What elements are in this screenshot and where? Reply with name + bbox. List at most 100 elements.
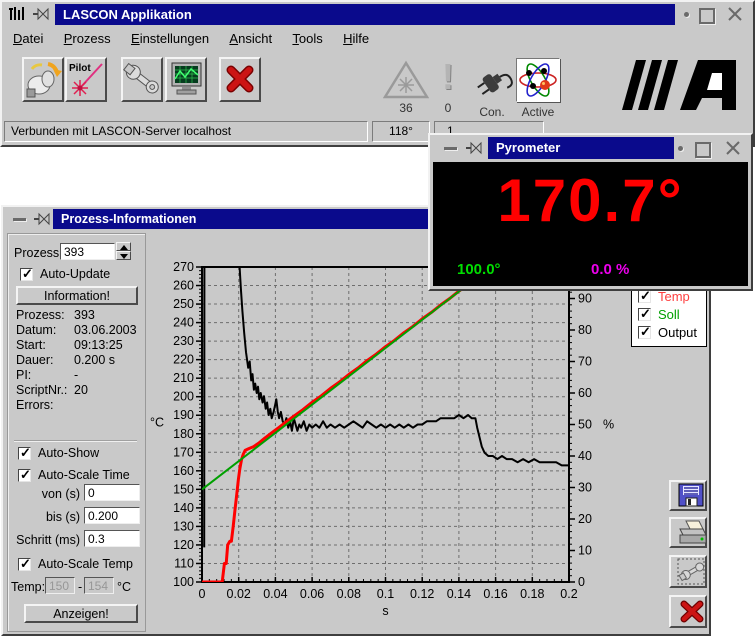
svg-text:110: 110 bbox=[174, 556, 194, 570]
spin-down-button[interactable] bbox=[116, 251, 131, 260]
monitor-button[interactable] bbox=[165, 57, 207, 102]
svg-text:200: 200 bbox=[173, 390, 194, 404]
info-row-value: 09:13:25 bbox=[74, 338, 123, 352]
svg-text:190: 190 bbox=[173, 408, 194, 422]
svg-text:130: 130 bbox=[173, 519, 194, 533]
auto-update-checkbox[interactable] bbox=[20, 268, 33, 281]
auto-show-checkbox[interactable] bbox=[18, 447, 31, 460]
laser-warning-icon bbox=[383, 60, 429, 103]
svg-text:0.16: 0.16 bbox=[483, 587, 507, 601]
save-chart-button[interactable] bbox=[669, 480, 707, 511]
svg-text:240: 240 bbox=[173, 316, 194, 330]
prozess-spin-label: Prozess: bbox=[14, 246, 63, 260]
svg-text:0.06: 0.06 bbox=[300, 587, 324, 601]
pin-icon[interactable] bbox=[465, 141, 483, 158]
maximize-button[interactable] bbox=[699, 8, 715, 24]
prozess-number-input[interactable] bbox=[60, 243, 115, 260]
minimize-button[interactable] bbox=[684, 12, 689, 17]
info-row-label: Dauer: bbox=[16, 353, 54, 367]
printer-icon bbox=[677, 534, 707, 549]
legend-temp-checkbox[interactable] bbox=[638, 290, 651, 303]
legend-label-temp: Temp bbox=[658, 289, 690, 304]
pin-icon[interactable] bbox=[32, 7, 50, 24]
svg-text:s: s bbox=[382, 604, 388, 618]
svg-text:0.14: 0.14 bbox=[447, 587, 471, 601]
svg-text:0.1: 0.1 bbox=[377, 587, 394, 601]
svg-text:0: 0 bbox=[578, 575, 585, 589]
close-icon[interactable] bbox=[725, 140, 741, 159]
pyrometer-main-value: 170.7° bbox=[433, 166, 748, 235]
svg-text:270: 270 bbox=[173, 260, 194, 274]
svg-text:210: 210 bbox=[173, 371, 194, 385]
schritt-input[interactable] bbox=[84, 530, 140, 547]
svg-text:0.08: 0.08 bbox=[337, 587, 361, 601]
prozess-spinner[interactable] bbox=[116, 242, 131, 261]
info-row-value: - bbox=[74, 368, 78, 382]
process-chart: 1001101201301401501601701801902002102202… bbox=[148, 232, 712, 636]
spin-up-button[interactable] bbox=[116, 242, 131, 251]
settings-tool-button[interactable] bbox=[121, 57, 163, 102]
info-row-label: Start: bbox=[16, 338, 46, 352]
atom-icon[interactable] bbox=[516, 58, 560, 102]
main-titlebar[interactable]: LASCON Applikation bbox=[4, 4, 751, 25]
abort-button[interactable] bbox=[219, 57, 261, 102]
print-chart-button[interactable] bbox=[669, 517, 707, 548]
pilot-laser-button[interactable]: Pilot bbox=[65, 57, 107, 102]
shade-button[interactable] bbox=[13, 218, 26, 221]
auto-scale-time-checkbox[interactable] bbox=[18, 469, 31, 482]
maximize-button[interactable] bbox=[695, 142, 711, 158]
svg-text:230: 230 bbox=[173, 334, 194, 348]
plug-icon bbox=[472, 62, 516, 103]
menu-item-prozess[interactable]: Prozess bbox=[57, 29, 118, 48]
menubar: Datei Prozess Einstellungen Ansicht Tool… bbox=[6, 29, 379, 49]
svg-text:60: 60 bbox=[578, 386, 592, 400]
svg-text:0.04: 0.04 bbox=[263, 587, 287, 601]
anzeigen-button[interactable]: Anzeigen! bbox=[24, 604, 138, 623]
exclamation-icon: ! bbox=[442, 56, 454, 98]
red-x-icon bbox=[221, 89, 259, 103]
legend-label-soll: Soll bbox=[658, 307, 680, 322]
chart-settings-button[interactable] bbox=[669, 555, 707, 588]
menu-item-datei[interactable]: Datei bbox=[6, 29, 50, 48]
lascon-main-window: LASCON Applikation Datei Prozess Einstel… bbox=[0, 0, 755, 147]
info-row-label: PI: bbox=[16, 368, 31, 382]
pilot-laser-icon: Pilot bbox=[67, 89, 105, 103]
svg-text:150: 150 bbox=[173, 482, 194, 496]
information-button[interactable]: Information! bbox=[16, 286, 138, 305]
legend-output-checkbox[interactable] bbox=[638, 326, 651, 339]
info-row-label: Errors: bbox=[16, 398, 54, 412]
laser-counter: 36 bbox=[383, 101, 429, 115]
close-chart-button[interactable] bbox=[669, 595, 707, 628]
menu-item-tools[interactable]: Tools bbox=[285, 29, 329, 48]
pyrometer-window-title: Pyrometer bbox=[488, 137, 674, 159]
pin-icon[interactable] bbox=[33, 212, 51, 229]
svg-text:170: 170 bbox=[173, 445, 194, 459]
auto-scale-temp-label: Auto-Scale Temp bbox=[38, 557, 133, 571]
temp-from-input[interactable] bbox=[45, 577, 75, 594]
info-row-label: Datum: bbox=[16, 323, 56, 337]
svg-text:0.18: 0.18 bbox=[520, 587, 544, 601]
svg-text:70: 70 bbox=[578, 355, 592, 369]
legend-soll-checkbox[interactable] bbox=[638, 308, 651, 321]
hand-tool-button[interactable] bbox=[22, 57, 64, 102]
minimize-button[interactable] bbox=[678, 146, 683, 151]
pyrometer-titlebar[interactable]: Pyrometer bbox=[432, 137, 749, 159]
main-window-title: LASCON Applikation bbox=[55, 4, 675, 25]
red-x-icon bbox=[677, 613, 707, 628]
close-icon[interactable] bbox=[727, 6, 743, 25]
bis-input[interactable] bbox=[84, 507, 140, 524]
svg-text:Pilot: Pilot bbox=[69, 63, 91, 74]
svg-text:100: 100 bbox=[173, 575, 194, 589]
menu-item-ansicht[interactable]: Ansicht bbox=[222, 29, 279, 48]
shade-button[interactable] bbox=[444, 147, 457, 150]
statusbar-temp: 118° bbox=[372, 121, 430, 142]
error-counter: 0 bbox=[438, 101, 458, 115]
von-input[interactable] bbox=[84, 484, 140, 501]
auto-scale-temp-checkbox[interactable] bbox=[18, 558, 31, 571]
menu-item-hilfe[interactable]: Hilfe bbox=[336, 29, 376, 48]
prozess-left-panel: Prozess: Auto-Update Information! Prozes… bbox=[7, 233, 146, 632]
statusbar-message: Verbunden mit LASCON-Server localhost bbox=[4, 121, 368, 142]
temp-to-input[interactable] bbox=[84, 577, 114, 594]
menu-item-einstellungen[interactable]: Einstellungen bbox=[124, 29, 216, 48]
svg-text:250: 250 bbox=[173, 297, 194, 311]
